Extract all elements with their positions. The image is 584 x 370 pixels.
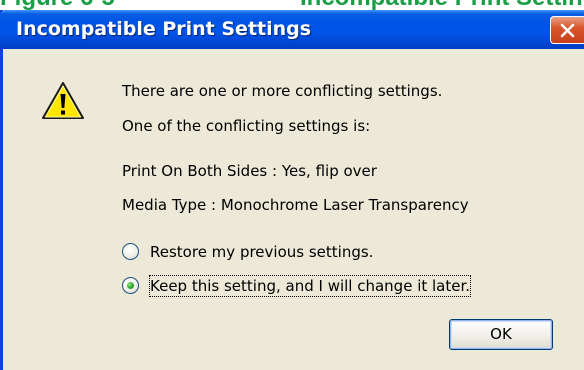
keep-setting-radio[interactable]: [122, 277, 139, 294]
heading-number: Figure 6-5: [0, 0, 115, 10]
heading-text: Incompatible Print Settings: [300, 0, 584, 10]
incompatible-settings-dialog: Incompatible Print Settings There are on…: [0, 10, 584, 370]
close-x-icon: [560, 23, 575, 38]
conflict-setting-1: Print On Both Sides : Yes, flip over: [122, 162, 377, 180]
restore-settings-radio[interactable]: [122, 243, 139, 260]
title-bar[interactable]: Incompatible Print Settings: [0, 10, 584, 49]
ok-button[interactable]: OK: [449, 319, 553, 350]
message-line-2: One of the conflicting settings is:: [122, 117, 371, 135]
document-heading: Figure 6-5 Incompatible Print Settings: [0, 0, 584, 10]
close-button[interactable]: [550, 16, 584, 44]
radio-selected-dot: [127, 282, 134, 289]
keep-setting-label[interactable]: Keep this setting, and I will change it …: [148, 275, 472, 297]
restore-settings-label[interactable]: Restore my previous settings.: [150, 242, 373, 262]
dialog-title: Incompatible Print Settings: [16, 18, 312, 40]
conflict-setting-2: Media Type : Monochrome Laser Transparen…: [122, 196, 469, 214]
page: Figure 6-5 Incompatible Print Settings I…: [0, 0, 584, 370]
warning-triangle-icon: [42, 82, 84, 119]
message-line-1: There are one or more conflicting settin…: [122, 82, 443, 100]
